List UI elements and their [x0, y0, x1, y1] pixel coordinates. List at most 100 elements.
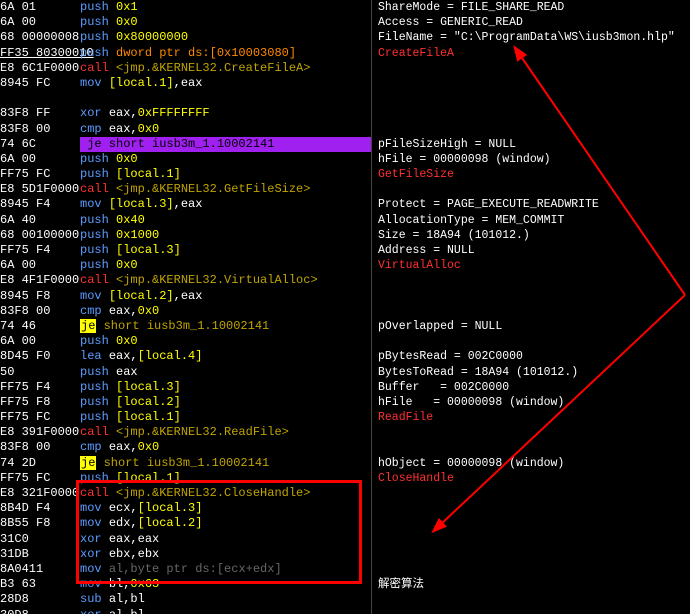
- operand: [local.1]: [116, 471, 181, 485]
- disasm-row[interactable]: 6A 00push 0x0: [0, 152, 371, 167]
- mnemonic: mov: [80, 577, 102, 591]
- opcode-bytes: 8B55 F8: [0, 516, 80, 531]
- instruction: mov bl,0x63: [80, 577, 371, 592]
- disasm-row[interactable]: [0, 91, 371, 106]
- operand: 0x0: [116, 152, 138, 166]
- disasm-row[interactable]: E8 5D1F0000call <jmp.&KERNEL32.GetFileSi…: [0, 182, 371, 197]
- disasm-row[interactable]: 8B4D F4mov ecx,[local.3]: [0, 501, 371, 516]
- disasm-row[interactable]: E8 391F0000call <jmp.&KERNEL32.ReadFile>: [0, 425, 371, 440]
- opcode-bytes: FF35 80300010: [0, 46, 80, 61]
- operand: 0x80000000: [116, 30, 188, 44]
- info-line: [378, 547, 690, 562]
- operand: 0x0: [116, 334, 138, 348]
- info-panel[interactable]: ShareMode = FILE_SHARE_READAccess = GENE…: [372, 0, 690, 614]
- operand: <jmp.&KERNEL32.ReadFile>: [116, 425, 289, 439]
- opcode-bytes: 6A 00: [0, 258, 80, 273]
- operand: [local.1]: [109, 76, 174, 90]
- disasm-row[interactable]: 83F8 00cmp eax,0x0: [0, 440, 371, 455]
- disasm-row[interactable]: FF35 80300010push dword ptr ds:[0x100030…: [0, 46, 371, 61]
- instruction: call <jmp.&KERNEL32.GetFileSize>: [80, 182, 371, 197]
- disasm-row[interactable]: 8B55 F8mov edx,[local.2]: [0, 516, 371, 531]
- disasm-row[interactable]: 68 00000008push 0x80000000: [0, 30, 371, 45]
- disasm-row[interactable]: 6A 00push 0x0: [0, 334, 371, 349]
- disasm-row[interactable]: 8945 F8mov [local.2],eax: [0, 289, 371, 304]
- opcode-bytes: E8 5D1F0000: [0, 182, 80, 197]
- disasm-row[interactable]: 83F8 FFxor eax,0xFFFFFFFF: [0, 106, 371, 121]
- opcode-bytes: 28D8: [0, 592, 80, 607]
- instruction: push [local.3]: [80, 380, 371, 395]
- disasm-row[interactable]: 6A 01push 0x1: [0, 0, 371, 15]
- operand: ,eax: [174, 76, 203, 90]
- disasm-row[interactable]: B3 63mov bl,0x63: [0, 577, 371, 592]
- disasm-row[interactable]: FF75 F4push [local.3]: [0, 243, 371, 258]
- disasm-row[interactable]: 31C0xor eax,eax: [0, 532, 371, 547]
- disasm-row[interactable]: 31DBxor ebx,ebx: [0, 547, 371, 562]
- opcode-bytes: E8 391F0000: [0, 425, 80, 440]
- info-line: [378, 304, 690, 319]
- instruction: push eax: [80, 365, 371, 380]
- operand: byte ptr ds:[ecx+edx]: [130, 562, 281, 576]
- mnemonic: push: [80, 0, 109, 14]
- mnemonic: mov: [80, 562, 102, 576]
- disasm-row[interactable]: 8A0411mov al,byte ptr ds:[ecx+edx]: [0, 562, 371, 577]
- info-line: Access = GENERIC_READ: [378, 15, 690, 30]
- instruction: xor eax,eax: [80, 532, 371, 547]
- info-line: hObject = 00000098 (window): [378, 456, 690, 471]
- disasm-row[interactable]: 6A 00push 0x0: [0, 258, 371, 273]
- disasm-row[interactable]: 50push eax: [0, 365, 371, 380]
- instruction: xor eax,0xFFFFFFFF: [80, 106, 371, 121]
- mnemonic: je: [80, 456, 96, 470]
- disasm-row[interactable]: 83F8 00cmp eax,0x0: [0, 304, 371, 319]
- info-line: [378, 532, 690, 547]
- instruction: mov ecx,[local.3]: [80, 501, 371, 516]
- mnemonic: cmp: [80, 440, 102, 454]
- mnemonic: push: [80, 30, 109, 44]
- opcode-bytes: 83F8 00: [0, 304, 80, 319]
- disasm-row[interactable]: E8 321F0000call <jmp.&KERNEL32.CloseHand…: [0, 486, 371, 501]
- operand: eax,: [109, 349, 138, 363]
- opcode-bytes: 50: [0, 365, 80, 380]
- info-line: CloseHandle: [378, 471, 690, 486]
- disasm-row[interactable]: FF75 FCpush [local.1]: [0, 471, 371, 486]
- info-line: Buffer = 002C0000: [378, 380, 690, 395]
- disasm-row[interactable]: FF75 FCpush [local.1]: [0, 410, 371, 425]
- disasm-row[interactable]: E8 6C1F0000call <jmp.&KERNEL32.CreateFil…: [0, 61, 371, 76]
- disasm-row[interactable]: 83F8 00cmp eax,0x0: [0, 122, 371, 137]
- opcode-bytes: 31C0: [0, 532, 80, 547]
- disasm-row[interactable]: 74 2Dje short iusb3m_1.10002141: [0, 456, 371, 471]
- disasm-row[interactable]: FF75 FCpush [local.1]: [0, 167, 371, 182]
- disasm-row[interactable]: 6A 00push 0x0: [0, 15, 371, 30]
- opcode-bytes: 83F8 00: [0, 122, 80, 137]
- instruction: cmp eax,0x0: [80, 304, 371, 319]
- disasm-row[interactable]: 6A 40push 0x40: [0, 213, 371, 228]
- info-line: GetFileSize: [378, 167, 690, 182]
- disassembly-panel[interactable]: 6A 01push 0x16A 00push 0x068 00000008pus…: [0, 0, 372, 614]
- disasm-row[interactable]: 74 46je short iusb3m_1.10002141: [0, 319, 371, 334]
- mnemonic: push: [80, 46, 109, 60]
- operand: 0x1000: [116, 228, 159, 242]
- opcode-bytes: 30D8: [0, 608, 80, 614]
- disasm-row[interactable]: 8D45 F0lea eax,[local.4]: [0, 349, 371, 364]
- info-line: pFileSizeHigh = NULL: [378, 137, 690, 152]
- instruction: mov al,byte ptr ds:[ecx+edx]: [80, 562, 371, 577]
- disasm-row[interactable]: 74 6C je short iusb3m_1.10002141: [0, 137, 371, 152]
- instruction: cmp eax,0x0: [80, 122, 371, 137]
- operand: <jmp.&KERNEL32.CloseHandle>: [116, 486, 310, 500]
- disasm-row[interactable]: 8945 FCmov [local.1],eax: [0, 76, 371, 91]
- disasm-row[interactable]: FF75 F8push [local.2]: [0, 395, 371, 410]
- disasm-row[interactable]: 30D8xor al,bl: [0, 608, 371, 614]
- instruction: cmp eax,0x0: [80, 440, 371, 455]
- opcode-bytes: E8 321F0000: [0, 486, 80, 501]
- disasm-row[interactable]: E8 4F1F0000call <jmp.&KERNEL32.VirtualAl…: [0, 273, 371, 288]
- operand: 0x0: [116, 258, 138, 272]
- operand: eax,: [109, 440, 138, 454]
- disasm-row[interactable]: 28D8sub al,bl: [0, 592, 371, 607]
- disasm-row[interactable]: 8945 F4mov [local.3],eax: [0, 197, 371, 212]
- disasm-row[interactable]: FF75 F4push [local.3]: [0, 380, 371, 395]
- info-line: Protect = PAGE_EXECUTE_READWRITE: [378, 197, 690, 212]
- operand: 0xFFFFFFFF: [138, 106, 210, 120]
- disasm-row[interactable]: 68 00100000push 0x1000: [0, 228, 371, 243]
- operand: <jmp.&KERNEL32.GetFileSize>: [116, 182, 310, 196]
- instruction: push 0x80000000: [80, 30, 371, 45]
- info-line: Size = 18A94 (101012.): [378, 228, 690, 243]
